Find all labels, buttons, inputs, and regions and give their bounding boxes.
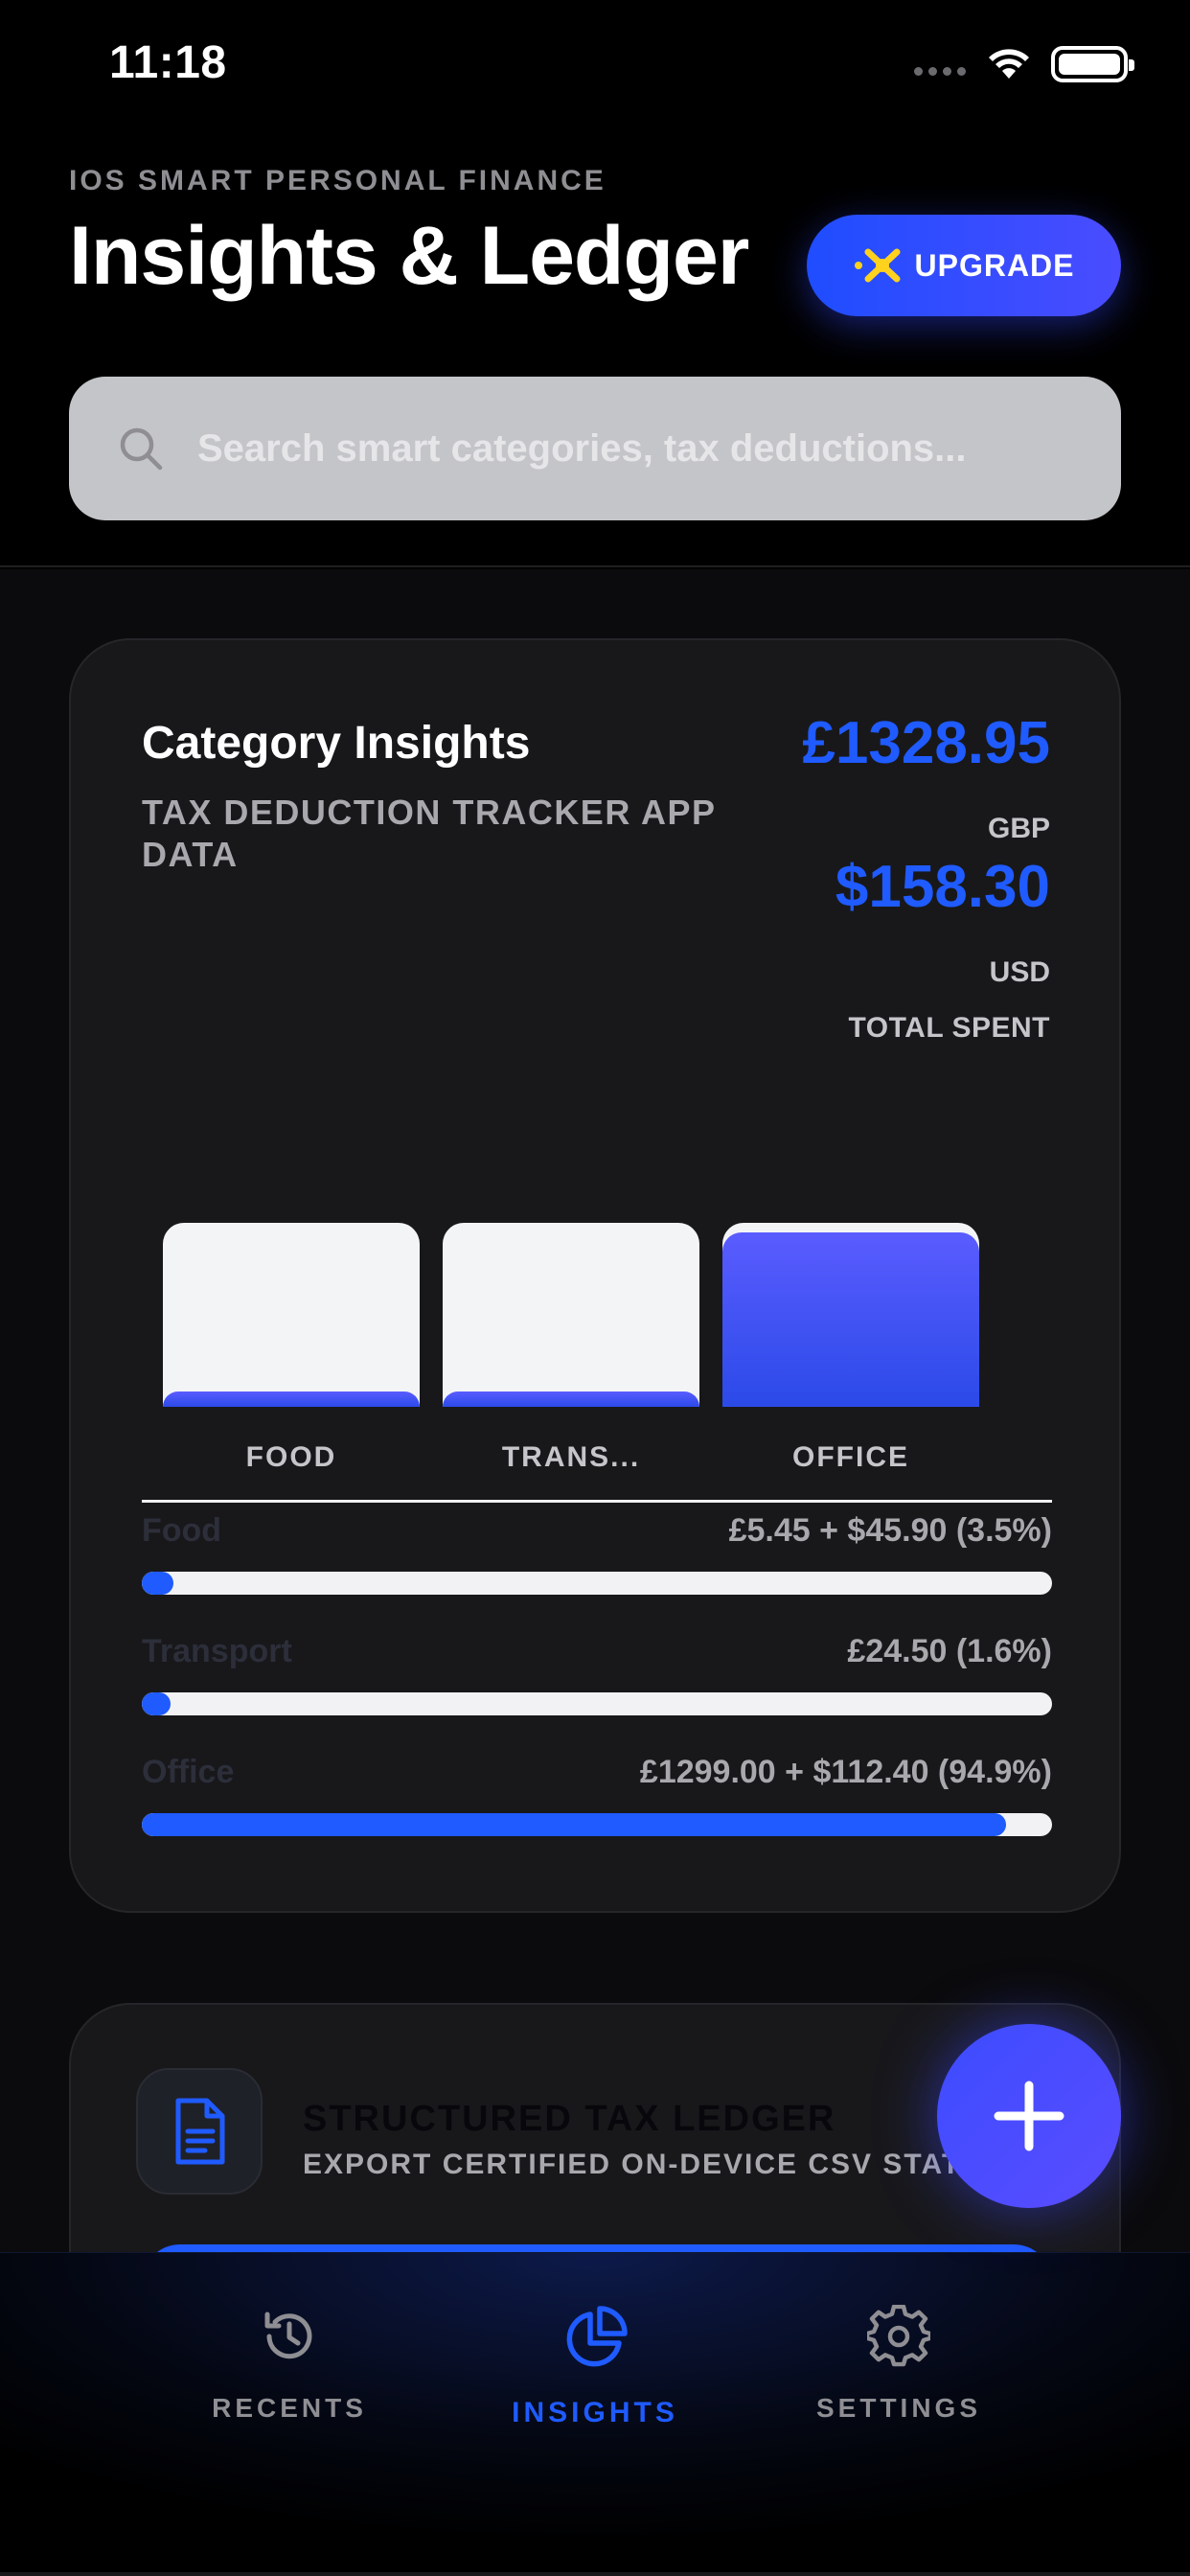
breakdown-row: Food £5.45 + $45.90 (3.5%) bbox=[142, 1512, 1052, 1598]
tab-bar: RECENTS INSIGHTS SETTINGS bbox=[0, 2252, 1190, 2576]
tab-label: INSIGHTS bbox=[512, 2397, 678, 2428]
ledger-subtitle: EXPORT CERTIFIED ON-DEVICE CSV STATE bbox=[303, 2149, 973, 2180]
chart-bar-fill bbox=[722, 1231, 979, 1407]
breakdown-amount: £5.45 + $45.90 (3.5%) bbox=[728, 1512, 1052, 1549]
search-input[interactable] bbox=[197, 377, 1098, 520]
chart-category-label: TRANS... bbox=[501, 1441, 641, 1473]
card-title: Category Insights bbox=[142, 718, 531, 769]
progress-fill bbox=[142, 1572, 174, 1595]
page-title: Insights & Ledger bbox=[69, 210, 749, 302]
progress-fill bbox=[142, 1813, 1006, 1836]
status-time: 11:18 bbox=[109, 37, 227, 88]
chart-bar bbox=[163, 1223, 420, 1407]
search-bar[interactable] bbox=[69, 377, 1121, 520]
category-insights-card: Category Insights TAX DEDUCTION TRACKER … bbox=[69, 638, 1121, 1913]
tab-label: RECENTS bbox=[212, 2393, 367, 2423]
status-bar: 11:18 bbox=[0, 0, 1190, 134]
progress-track bbox=[142, 1572, 1052, 1595]
wifi-icon bbox=[989, 49, 1029, 79]
upgrade-button[interactable]: UPGRADE bbox=[807, 215, 1121, 316]
breakdown-amount: £1299.00 + $112.40 (94.9%) bbox=[639, 1754, 1052, 1790]
gear-icon bbox=[867, 2305, 930, 2367]
add-transaction-button[interactable] bbox=[937, 2024, 1121, 2208]
upgrade-label: UPGRADE bbox=[914, 247, 1075, 283]
breakdown-row: Transport £24.50 (1.6%) bbox=[142, 1633, 1052, 1719]
usd-currency-label: USD bbox=[989, 956, 1050, 988]
tab-insights[interactable]: INSIGHTS bbox=[470, 2305, 720, 2458]
total-usd-amount: $158.30 bbox=[835, 854, 1050, 920]
progress-track bbox=[142, 1692, 1052, 1715]
main-content[interactable]: Category Insights TAX DEDUCTION TRACKER … bbox=[0, 569, 1190, 2252]
header: IOS SMART PERSONAL FINANCE Insights & Le… bbox=[0, 134, 1190, 567]
signal-icon bbox=[914, 67, 966, 76]
document-icon bbox=[136, 2068, 263, 2195]
tab-settings[interactable]: SETTINGS bbox=[774, 2305, 1023, 2458]
app-eyebrow: IOS SMART PERSONAL FINANCE bbox=[69, 165, 606, 196]
total-gbp-amount: £1328.95 bbox=[802, 710, 1050, 776]
ledger-title: STRUCTURED TAX LEDGER bbox=[303, 2099, 836, 2139]
pie-chart-icon bbox=[566, 2306, 628, 2367]
total-spent-label: TOTAL SPENT bbox=[848, 1012, 1050, 1044]
sparkle-x-icon bbox=[855, 248, 901, 283]
chart-bar-fill bbox=[163, 1392, 420, 1407]
breakdown-category-name: Food bbox=[142, 1512, 222, 1549]
history-icon bbox=[264, 2312, 312, 2359]
chart-baseline bbox=[142, 1500, 1052, 1503]
chart-bar-fill bbox=[443, 1392, 699, 1407]
breakdown-category-name: Transport bbox=[142, 1633, 292, 1669]
breakdown-row: Office £1299.00 + $112.40 (94.9%) bbox=[142, 1754, 1052, 1840]
progress-track bbox=[142, 1813, 1052, 1836]
breakdown-amount: £24.50 (1.6%) bbox=[847, 1633, 1052, 1669]
battery-icon bbox=[1051, 46, 1134, 82]
chart-bar bbox=[722, 1223, 979, 1407]
chart-category-label: FOOD bbox=[245, 1441, 337, 1473]
tab-recents[interactable]: RECENTS bbox=[165, 2305, 414, 2458]
progress-fill bbox=[142, 1692, 172, 1715]
chart-bar bbox=[443, 1223, 699, 1407]
breakdown-category-name: Office bbox=[142, 1754, 235, 1790]
chart-category-label: OFFICE bbox=[792, 1441, 909, 1473]
tab-label: SETTINGS bbox=[815, 2393, 981, 2423]
app-screen: 11:18 IOS SMART PERSONAL FINANCE Insight… bbox=[0, 0, 1190, 2576]
search-icon bbox=[120, 427, 163, 471]
card-subtitle: TAX DEDUCTION TRACKER APP DATA bbox=[142, 793, 716, 874]
plus-icon bbox=[994, 2081, 1064, 2151]
home-indicator bbox=[0, 2572, 1190, 2576]
category-bar-chart: FOOD TRANS... OFFICE bbox=[142, 1177, 1052, 1503]
gbp-currency-label: GBP bbox=[987, 813, 1050, 844]
export-button[interactable] bbox=[142, 2244, 1052, 2252]
